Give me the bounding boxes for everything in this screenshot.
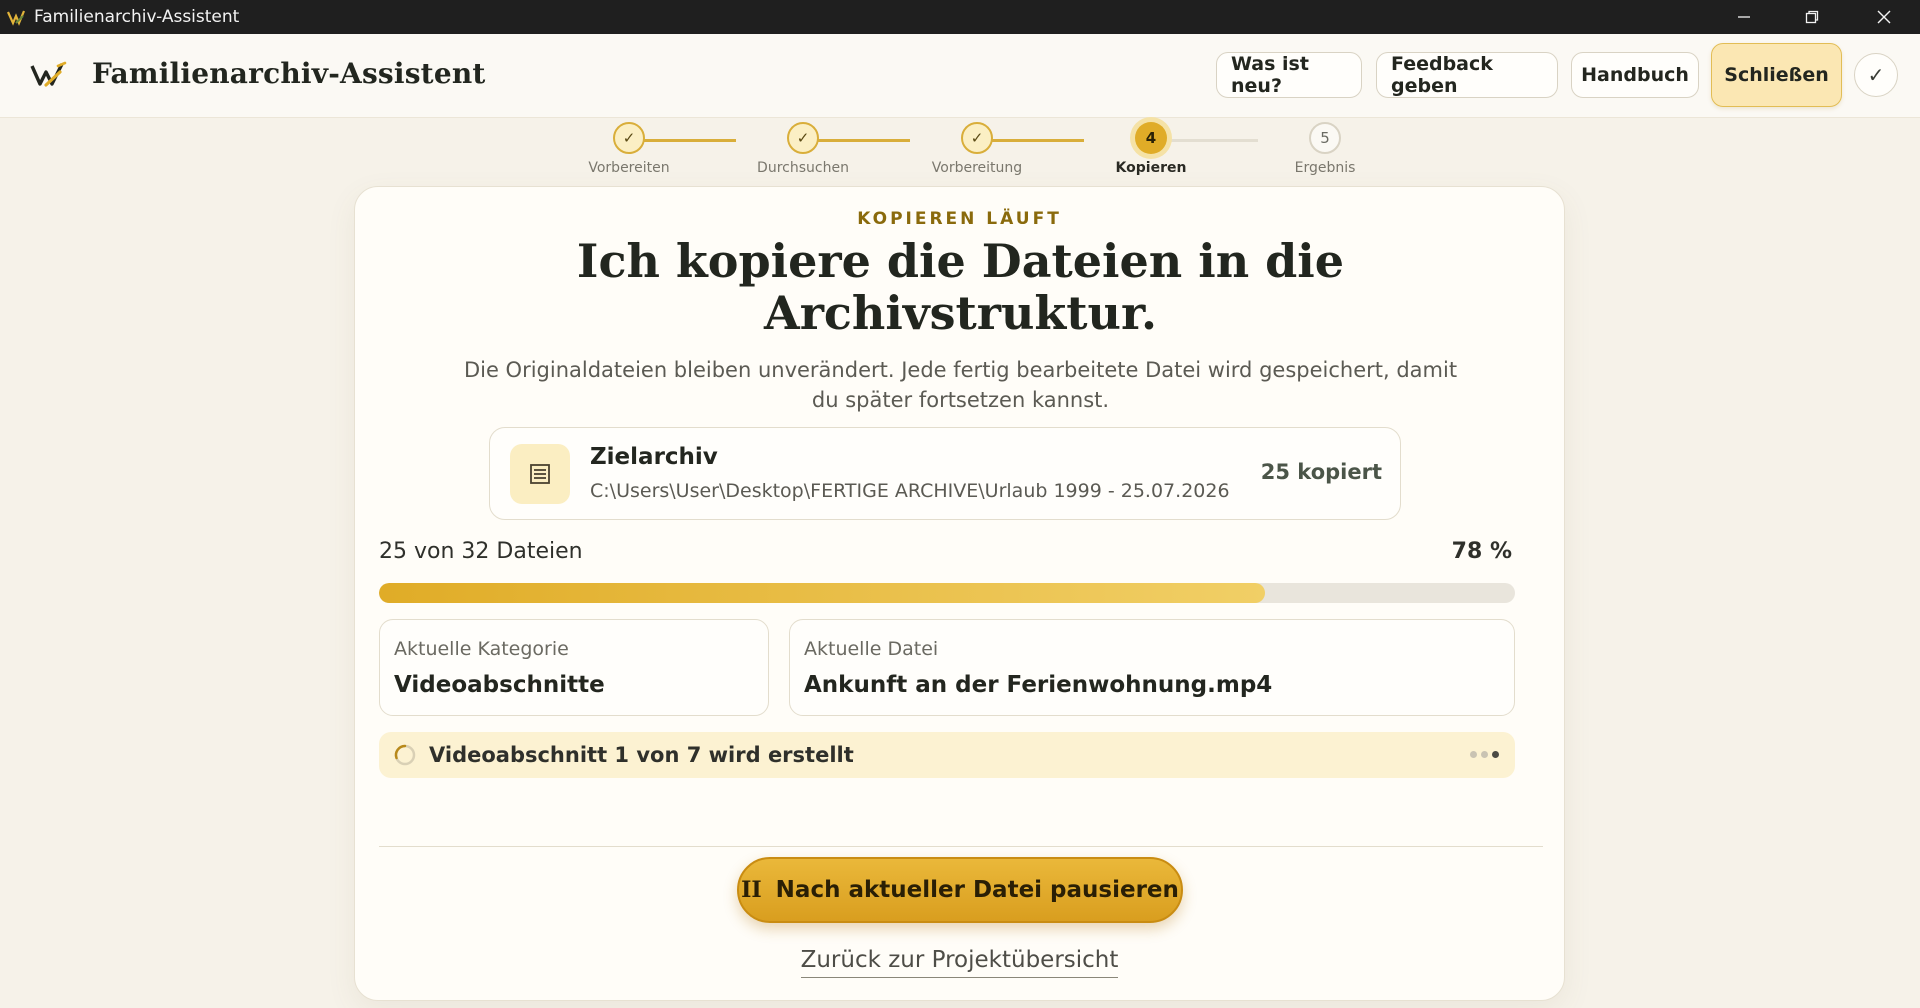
- current-file-value: Ankunft an der Ferienwohnung.mp4: [804, 672, 1273, 698]
- close-window-button[interactable]: [1856, 0, 1912, 34]
- step-durchsuchen: ✓ Durchsuchen: [733, 122, 873, 176]
- status-bar: Videoabschnitt 1 von 7 wird erstellt: [379, 732, 1515, 778]
- step-ergebnis: 5 Ergebnis: [1255, 122, 1395, 176]
- step-label: Vorbereitung: [931, 160, 1023, 176]
- current-category-label: Aktuelle Kategorie: [394, 638, 569, 660]
- step-label: Ergebnis: [1294, 160, 1356, 176]
- progress-bar-fill: [379, 583, 1266, 603]
- pause-after-file-button[interactable]: II Nach aktueller Datei pausieren: [737, 857, 1183, 923]
- check-icon: ✓: [1867, 63, 1885, 87]
- step-number: 5: [1309, 122, 1341, 154]
- step-done-check-icon: ✓: [613, 122, 645, 154]
- step-done-check-icon: ✓: [961, 122, 993, 154]
- target-archive-box: Zielarchiv C:\Users\User\Desktop\FERTIGE…: [489, 427, 1401, 520]
- progress-file-count: 25 von 32 Dateien: [379, 539, 583, 564]
- back-to-overview-link[interactable]: Zurück zur Projektübersicht: [800, 947, 1119, 978]
- minimize-icon: [1738, 16, 1750, 18]
- step-done-check-icon: ✓: [787, 122, 819, 154]
- pause-icon: II: [741, 877, 762, 903]
- page-headline: Ich kopiere die Dateien in die Archivstr…: [576, 234, 1345, 340]
- step-vorbereitung: ✓ Vorbereitung: [907, 122, 1047, 176]
- copied-count: 25 kopiert: [1260, 460, 1382, 484]
- app-logo-icon: [6, 10, 26, 26]
- page-subtext: Die Originaldateien bleiben unverändert.…: [463, 358, 1458, 412]
- current-category-box: Aktuelle Kategorie Videoabschnitte: [379, 619, 769, 716]
- manual-button[interactable]: Handbuch: [1571, 52, 1699, 98]
- app-logo-icon: [30, 61, 67, 87]
- target-archive-path: C:\Users\User\Desktop\FERTIGE ARCHIVE\Ur…: [590, 480, 1230, 502]
- restore-button[interactable]: [1784, 0, 1840, 34]
- step-label: Kopieren: [1115, 160, 1187, 176]
- status-eyebrow: KOPIEREN LÄUFT: [857, 209, 1062, 229]
- current-file-box: Aktuelle Datei Ankunft an der Ferienwohn…: [789, 619, 1515, 716]
- step-label: Durchsuchen: [757, 160, 849, 176]
- window-title: Familienarchiv-Assistent: [34, 7, 240, 27]
- restore-icon: [1805, 10, 1819, 24]
- spinner-icon: [394, 744, 416, 766]
- close-app-button[interactable]: Schließen: [1711, 43, 1842, 107]
- status-text: Videoabschnitt 1 von 7 wird erstellt: [429, 743, 854, 767]
- current-category-value: Videoabschnitte: [394, 672, 605, 698]
- minimize-button[interactable]: [1716, 0, 1772, 34]
- confirm-check-button[interactable]: ✓: [1854, 53, 1898, 97]
- pause-button-label: Nach aktueller Datei pausieren: [775, 877, 1179, 903]
- archive-icon: [510, 444, 570, 504]
- step-label: Vorbereiten: [588, 160, 670, 176]
- whats-new-button[interactable]: Was ist neu?: [1216, 52, 1362, 98]
- copy-progress-card: KOPIEREN LÄUFT Ich kopiere die Dateien i…: [354, 186, 1565, 1001]
- divider: [379, 846, 1543, 847]
- step-vorbereiten: ✓ Vorbereiten: [559, 122, 699, 176]
- step-number: 4: [1135, 122, 1167, 154]
- progress-stepper: ✓ Vorbereiten ✓ Durchsuchen ✓ Vorbereitu…: [560, 122, 1360, 182]
- step-kopieren: 4 Kopieren: [1081, 122, 1221, 176]
- app-title: Familienarchiv-Assistent: [92, 57, 486, 90]
- current-file-label: Aktuelle Datei: [804, 638, 939, 660]
- back-to-overview-container: Zurück zur Projektübersicht: [355, 947, 1564, 978]
- window-titlebar: Familienarchiv-Assistent: [0, 0, 1920, 34]
- feedback-button[interactable]: Feedback geben: [1376, 52, 1558, 98]
- app-header: Familienarchiv-Assistent Was ist neu? Fe…: [0, 34, 1920, 118]
- activity-dots-icon: [1470, 751, 1499, 758]
- progress-percent: 78 %: [1451, 539, 1512, 564]
- target-archive-title: Zielarchiv: [590, 444, 718, 470]
- progress-bar: [379, 583, 1515, 603]
- close-icon: [1877, 10, 1891, 24]
